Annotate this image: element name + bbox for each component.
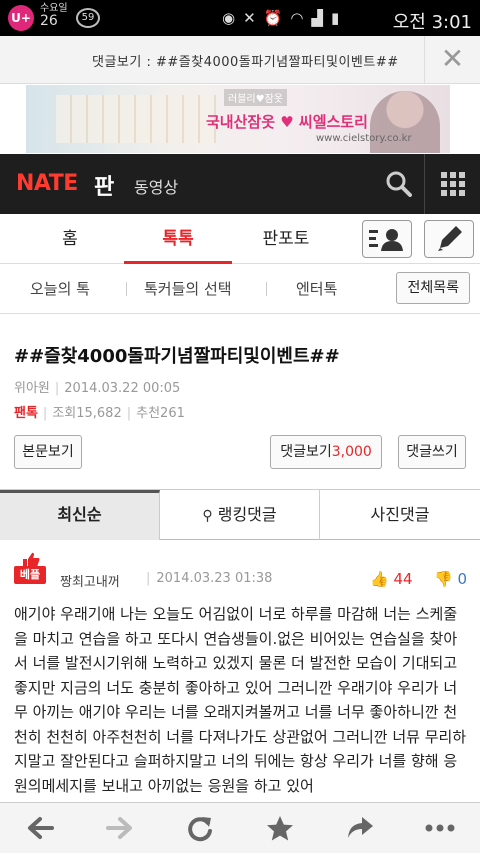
mute-icon: ✕ — [243, 9, 264, 27]
divider — [126, 282, 127, 296]
recommend-label: 추천 — [136, 406, 161, 421]
site-header: NATE 판 동영상 — [0, 154, 480, 214]
star-icon — [267, 816, 293, 841]
nate-logo[interactable]: NATE — [16, 171, 78, 196]
sub-navigation: 오늘의 톡 톡커들의 선택 엔터톡 전체목록 — [0, 264, 480, 314]
comment-view-title: 댓글보기 : ##즐찾4000돌파기념짤파티및이벤트## — [92, 55, 399, 70]
divider — [266, 282, 267, 296]
article-summary: ##즐찾4000돌파기념짤파티및이벤트## 위아원 | 2014.03.22 00:… — [0, 314, 480, 490]
browser-toolbar — [0, 802, 480, 853]
like-button[interactable]: 👍 44 — [370, 570, 413, 588]
wifi-icon: ◠ — [290, 9, 312, 27]
comment-date: | 2014.03.23 01:38 — [146, 571, 273, 586]
views-count: 15,682 — [76, 406, 122, 421]
grid-menu-icon — [441, 172, 465, 196]
logo-text: NATE — [16, 171, 78, 196]
ad-image — [56, 95, 216, 143]
carrier-logo: U+ — [8, 5, 34, 31]
clock: 오전 3:01 — [392, 12, 472, 33]
comment-view-header: 댓글보기 : ##즐찾4000돌파기념짤파티및이벤트## ✕ — [0, 36, 480, 84]
subnav-item-today[interactable]: 오늘의 톡 — [30, 278, 90, 299]
subnav-item-entertainment[interactable]: 엔터톡 — [296, 278, 337, 299]
ranking-label: 랭킹댓글 — [217, 505, 277, 524]
dislike-count: 0 — [457, 570, 468, 588]
best-comment-badge: 베플 — [14, 566, 46, 584]
thumb-down-icon: 👎 — [434, 570, 453, 588]
divider: | — [126, 406, 132, 421]
eye-icon: ◉ — [222, 9, 244, 27]
share-icon — [348, 817, 373, 838]
article-date: 2014.03.22 00:05 — [64, 381, 181, 396]
ribbon-icon: ⚲ — [202, 508, 213, 524]
thumb-up-outline-icon: 👍 — [370, 570, 389, 588]
battery-icon: ▮ — [331, 9, 348, 27]
tab-photo-comments[interactable]: 사진댓글 — [320, 490, 480, 540]
more-button[interactable] — [400, 803, 480, 854]
divider: | — [54, 381, 60, 396]
refresh-icon — [188, 817, 212, 842]
recommend-count: 261 — [160, 406, 185, 421]
bookmark-button[interactable] — [240, 803, 320, 854]
tab-panphoto[interactable]: 판포토 — [236, 214, 336, 264]
ad-banner[interactable]: 러블리♥잠옷 국내산잠옷 ♥ 씨엘스토리 www.cielstory.co.kr — [26, 85, 450, 153]
user-list-icon — [369, 229, 403, 251]
article-title: ##즐찾4000돌파기념짤파티및이벤트## — [14, 346, 340, 367]
forward-button[interactable] — [80, 803, 160, 854]
article-category[interactable]: 팬톡 — [14, 406, 38, 421]
tab-home[interactable]: 홈 — [20, 214, 120, 264]
comment-item: 베플 짱최고내꺼 | 2014.03.23 01:38 👍 44 👎 0 애기야 … — [0, 540, 480, 802]
pann-logo[interactable]: 판 — [94, 169, 114, 201]
comment-body: 애기야 우래기애 나는 오늘도 어김없이 너로 하루를 마감해 너는 스케줄을 … — [14, 605, 467, 795]
pencil-icon — [438, 226, 462, 251]
back-button[interactable] — [0, 803, 80, 854]
views-label: 조회 — [52, 406, 77, 421]
close-button[interactable]: ✕ — [424, 36, 480, 84]
ad-url: www.cielstory.co.kr — [316, 133, 412, 144]
view-comments-button[interactable]: 댓글보기3,000 — [270, 435, 382, 469]
subnav-item-toker-choice[interactable]: 톡커들의 선택 — [144, 278, 232, 299]
search-icon — [386, 171, 412, 197]
ad-slogan: 국내산잠옷 ♥ 씨엘스토리 — [206, 113, 368, 131]
view-body-button[interactable]: 본문보기 — [14, 435, 82, 469]
article-meta: 위아원 | 2014.03.22 00:05 — [14, 377, 180, 396]
menu-button[interactable] — [424, 154, 480, 214]
comment-sort-tabs: 최신순 ⚲ 랭킹댓글 사진댓글 — [0, 490, 480, 540]
close-icon: ✕ — [440, 42, 465, 75]
write-post-button[interactable] — [424, 220, 474, 258]
alarm-icon: ⏰ — [263, 9, 291, 27]
tab-latest[interactable]: 최신순 — [0, 490, 160, 540]
my-profile-button[interactable] — [362, 220, 412, 258]
view-comments-label: 댓글보기 — [280, 444, 332, 460]
share-button[interactable] — [320, 803, 400, 854]
all-list-button[interactable]: 전체목록 — [396, 272, 470, 304]
tab-ranking-comments[interactable]: ⚲ 랭킹댓글 — [160, 490, 320, 540]
search-button[interactable] — [372, 154, 424, 214]
comment-count: 3,000 — [331, 444, 372, 460]
dislike-button[interactable]: 👎 0 — [434, 570, 467, 588]
comment-author[interactable]: 짱최고내꺼 — [60, 571, 120, 590]
back-arrow-icon — [28, 817, 54, 839]
more-icon — [425, 824, 455, 832]
write-comment-button[interactable]: 댓글쓰기 — [398, 435, 466, 469]
ad-brand: 러블리♥잠옷 — [224, 89, 287, 106]
carrier-date: 수요일 26 — [40, 3, 68, 29]
day-number: 26 — [40, 13, 58, 29]
article-stats: 팬톡 | 조회15,682 | 추천261 — [14, 402, 185, 421]
status-bar: U+ 수요일 26 59 ◉✕⏰◠▟▮ 오전 3:01 — [0, 0, 480, 36]
notification-badge: 59 — [76, 8, 100, 28]
video-link[interactable]: 동영상 — [134, 174, 178, 198]
like-count: 44 — [393, 570, 413, 588]
article-author[interactable]: 위아원 — [14, 381, 50, 396]
status-icons: ◉✕⏰◠▟▮ — [222, 9, 347, 27]
signal-icon: ▟ — [311, 9, 331, 27]
divider: | — [42, 406, 48, 421]
forward-arrow-icon — [106, 817, 132, 839]
main-tabs: 홈 톡톡 판포토 — [0, 214, 480, 264]
refresh-button[interactable] — [160, 803, 240, 854]
tab-toktok[interactable]: 톡톡 — [124, 214, 232, 264]
